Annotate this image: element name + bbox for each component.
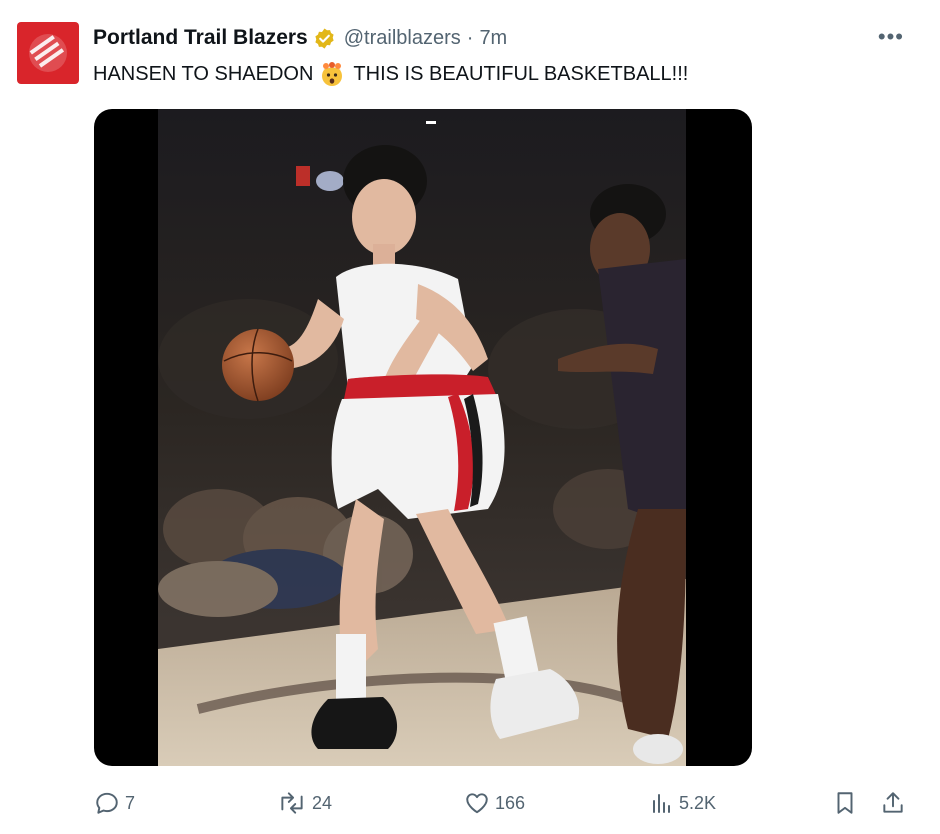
repost-button[interactable]: 24 [277, 790, 332, 816]
heart-icon [466, 793, 488, 814]
reply-icon [96, 792, 118, 814]
tweet-time[interactable]: 7m [479, 27, 507, 50]
share-button[interactable] [880, 790, 906, 816]
exploding-head-emoji-icon [322, 62, 343, 86]
tweet-text-part-2: THIS IS BEAUTIFUL BASKETBALL!!! [353, 62, 689, 85]
repost-icon [281, 792, 303, 814]
share-icon [883, 792, 903, 813]
tweet-text: HANSEN TO SHAEDON THIS IS BEAUTIFUL BASK… [93, 61, 688, 87]
more-options-icon[interactable]: ••• [878, 24, 904, 50]
reply-button[interactable]: 7 [94, 790, 135, 816]
like-count: 166 [495, 792, 526, 813]
views-button[interactable]: 5.2K [650, 790, 716, 816]
display-name[interactable]: Portland Trail Blazers [93, 26, 308, 50]
bookmark-icon [837, 792, 853, 814]
tweet-video[interactable] [94, 109, 752, 766]
bookmark-button[interactable] [834, 790, 856, 816]
repost-count: 24 [312, 792, 333, 813]
separator-dot: · [466, 26, 474, 49]
tweet-header: Portland Trail Blazers @trailblazers · 7… [93, 24, 507, 52]
video-frame [158, 109, 686, 766]
like-button[interactable]: 166 [464, 790, 525, 816]
trail-blazers-logo-icon [29, 34, 67, 72]
view-count: 5.2K [679, 792, 717, 813]
avatar[interactable] [17, 22, 79, 84]
views-chart-icon [653, 794, 670, 813]
basketball-scene-image [158, 109, 686, 766]
reply-count: 7 [125, 792, 136, 813]
account-handle[interactable]: @trailblazers [344, 27, 461, 50]
action-bar: 7 24 166 5.2K [0, 786, 940, 822]
tweet-text-part-1: HANSEN TO SHAEDON [93, 62, 314, 85]
verified-badge-icon [315, 27, 334, 49]
